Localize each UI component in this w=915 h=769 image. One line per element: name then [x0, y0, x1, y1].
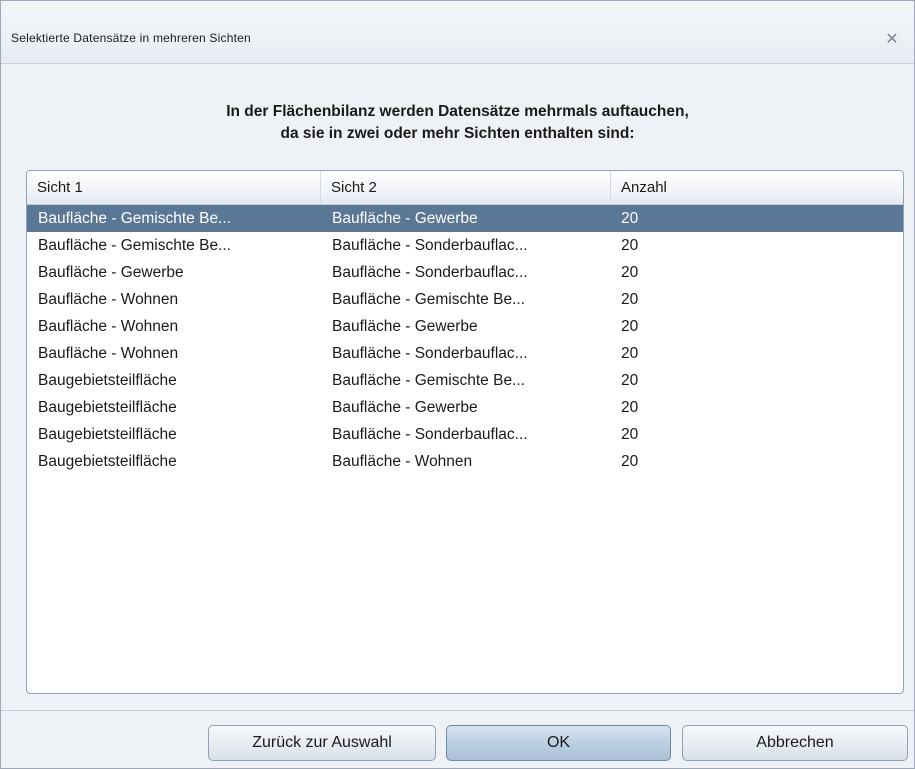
cell-sicht-2: Baufläche - Sonderbauflac...: [332, 264, 528, 281]
cell-sicht-1: Baufläche - Gemischte Be...: [38, 210, 231, 227]
table-row[interactable]: Baufläche - Wohnen Baufläche - Sonderbau…: [27, 340, 903, 367]
views-table: Sicht 1 Sicht 2 Anzahl Baufläche - Gemis…: [26, 170, 904, 694]
cell-anzahl: 20: [621, 291, 639, 308]
cell-anzahl: 20: [621, 237, 639, 254]
table-row[interactable]: Baufläche - Wohnen Baufläche - Gewerbe 2…: [27, 313, 903, 340]
info-message-line-1: In der Flächenbilanz werden Datensätze m…: [226, 103, 689, 120]
cell-sicht-2: Baufläche - Sonderbauflac...: [332, 345, 528, 362]
table-body: Baufläche - Gemischte Be... Baufläche - …: [27, 205, 903, 475]
table-row[interactable]: Baufläche - Gewerbe Baufläche - Sonderba…: [27, 259, 903, 286]
info-message-line-2: da sie in zwei oder mehr Sichten enthalt…: [280, 125, 635, 142]
window-title: Selektierte Datensätze in mehreren Sicht…: [11, 31, 251, 45]
cell-anzahl: 20: [621, 210, 639, 227]
table-row[interactable]: Baufläche - Wohnen Baufläche - Gemischte…: [27, 286, 903, 313]
table-row[interactable]: Baugebietsteilfläche Baufläche - Gemisch…: [27, 367, 903, 394]
table-row[interactable]: Baugebietsteilfläche Baufläche - Gewerbe…: [27, 394, 903, 421]
cell-anzahl: 20: [621, 453, 639, 470]
cell-anzahl: 20: [621, 372, 639, 389]
cell-sicht-1: Baufläche - Wohnen: [38, 318, 179, 335]
cell-sicht-1: Baugebietsteilfläche: [38, 372, 177, 389]
column-header-sicht-1[interactable]: Sicht 1: [27, 171, 321, 204]
dialog-window: Selektierte Datensätze in mehreren Sicht…: [0, 0, 915, 769]
table-header: Sicht 1 Sicht 2 Anzahl: [27, 171, 903, 205]
cell-sicht-1: Baufläche - Wohnen: [38, 345, 179, 362]
cell-sicht-2: Baufläche - Gemischte Be...: [332, 372, 525, 389]
cell-anzahl: 20: [621, 264, 639, 281]
table-row[interactable]: Baufläche - Gemischte Be... Baufläche - …: [27, 205, 903, 232]
cell-sicht-1: Baufläche - Gewerbe: [38, 264, 184, 281]
cell-sicht-2: Baufläche - Gewerbe: [332, 399, 478, 416]
ok-button[interactable]: OK: [446, 725, 671, 761]
cell-sicht-2: Baufläche - Sonderbauflac...: [332, 237, 528, 254]
table-row[interactable]: Baugebietsteilfläche Baufläche - Wohnen …: [27, 448, 903, 475]
cell-sicht-1: Baugebietsteilfläche: [38, 426, 177, 443]
cell-anzahl: 20: [621, 426, 639, 443]
column-header-sicht-2[interactable]: Sicht 2: [321, 171, 611, 204]
title-bar[interactable]: Selektierte Datensätze in mehreren Sicht…: [1, 1, 914, 64]
info-message: In der Flächenbilanz werden Datensätze m…: [1, 101, 914, 145]
footer-divider: [1, 710, 914, 711]
cell-sicht-2: Baufläche - Gewerbe: [332, 318, 478, 335]
cell-anzahl: 20: [621, 399, 639, 416]
cell-sicht-1: Baufläche - Wohnen: [38, 291, 179, 308]
cancel-button[interactable]: Abbrechen: [682, 725, 908, 761]
table-row[interactable]: Baugebietsteilfläche Baufläche - Sonderb…: [27, 421, 903, 448]
cell-sicht-2: Baufläche - Gewerbe: [332, 210, 478, 227]
cell-sicht-2: Baufläche - Gemischte Be...: [332, 291, 525, 308]
cell-sicht-2: Baufläche - Wohnen: [332, 453, 473, 470]
cell-anzahl: 20: [621, 345, 639, 362]
back-to-selection-button[interactable]: Zurück zur Auswahl: [208, 725, 436, 761]
cell-sicht-1: Baugebietsteilfläche: [38, 399, 177, 416]
close-icon[interactable]: ✕: [884, 32, 900, 48]
column-header-anzahl[interactable]: Anzahl: [611, 171, 903, 204]
cell-sicht-1: Baugebietsteilfläche: [38, 453, 177, 470]
cell-sicht-1: Baufläche - Gemischte Be...: [38, 237, 231, 254]
cell-sicht-2: Baufläche - Sonderbauflac...: [332, 426, 528, 443]
table-row[interactable]: Baufläche - Gemischte Be... Baufläche - …: [27, 232, 903, 259]
cell-anzahl: 20: [621, 318, 639, 335]
